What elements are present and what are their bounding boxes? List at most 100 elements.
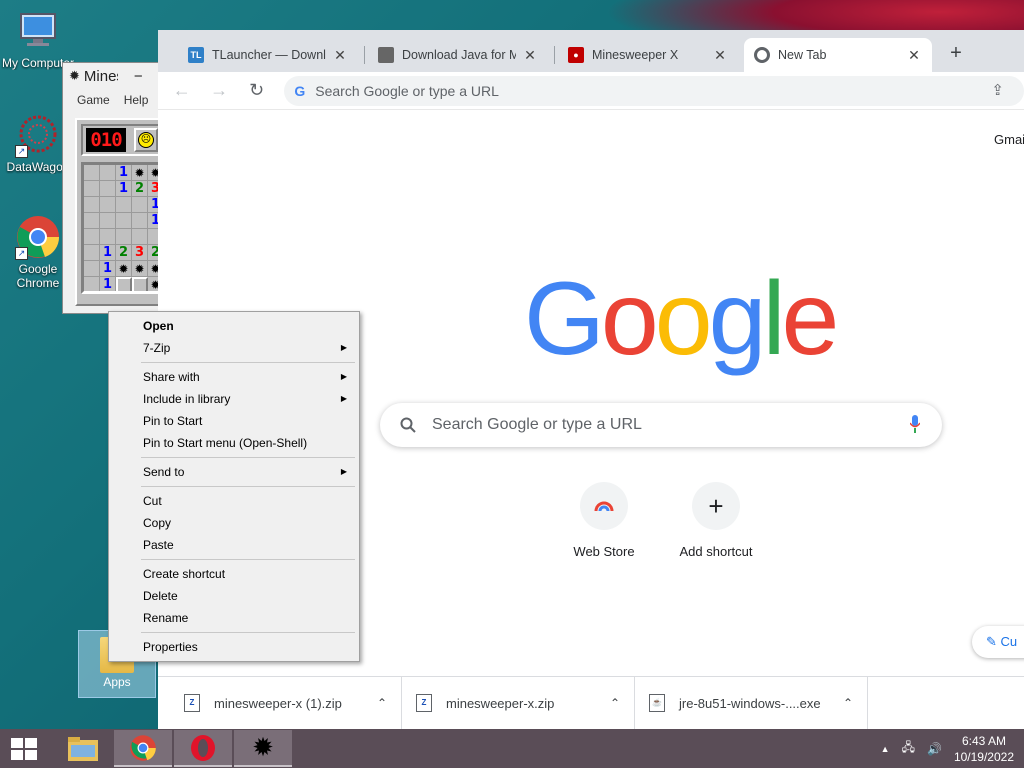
chevron-up-icon[interactable]: ⌃ <box>610 696 620 710</box>
unopened-cell[interactable] <box>132 277 148 291</box>
tlauncher-icon: TL <box>188 47 204 63</box>
menu-item-label: Copy <box>143 516 172 530</box>
menu-help[interactable]: Help <box>124 93 149 107</box>
tab-minesweeper-x[interactable]: ● Minesweeper X ✕ <box>558 38 738 72</box>
minefield-grid[interactable]: 1 ✹ ✹ 1 2 3 1 1 1 2 3 2 1 ✹ ✹ ✹ 1 ✹ <box>81 162 161 294</box>
empty-cell[interactable] <box>100 197 116 213</box>
number-cell[interactable]: 2 <box>116 245 132 261</box>
back-icon[interactable]: ← <box>172 80 191 101</box>
empty-cell[interactable] <box>100 165 116 181</box>
download-item[interactable]: ☕ jre-8u51-windows-....exe ⌃ <box>635 676 868 730</box>
menu-item-paste[interactable]: Paste <box>111 534 357 556</box>
empty-cell[interactable] <box>84 197 100 213</box>
download-item[interactable]: Z minesweeper-x (1).zip ⌃ <box>170 676 402 730</box>
taskbar-opera[interactable] <box>174 730 232 767</box>
close-icon[interactable]: ✕ <box>522 47 538 64</box>
volume-icon[interactable]: 🔊 <box>927 742 942 756</box>
reset-face-button[interactable]: ☹ <box>134 128 158 152</box>
empty-cell[interactable] <box>84 277 100 291</box>
number-cell[interactable]: 2 <box>132 181 148 197</box>
empty-cell[interactable] <box>132 197 148 213</box>
empty-cell[interactable] <box>84 245 100 261</box>
minesweeper-window[interactable]: ✹ Minesweeper X − Game Help 010 ☹ 1✹✹123… <box>62 62 162 314</box>
clock[interactable]: 6:43 AM 10/19/2022 <box>954 733 1014 765</box>
customize-chrome-button[interactable]: ✎ Cu <box>972 626 1024 658</box>
menu-item-delete[interactable]: Delete <box>111 585 357 607</box>
empty-cell[interactable] <box>84 181 100 197</box>
close-icon[interactable]: ✕ <box>332 47 348 64</box>
number-cell[interactable]: 1 <box>116 181 132 197</box>
close-icon[interactable]: ✕ <box>906 47 922 64</box>
chevron-up-icon[interactable]: ⌃ <box>377 696 387 710</box>
share-icon[interactable]: ⇪ <box>991 81 1004 99</box>
minimize-button[interactable]: − <box>134 68 143 85</box>
mine-icon[interactable]: ✹ <box>132 261 148 277</box>
empty-cell[interactable] <box>116 197 132 213</box>
empty-cell[interactable] <box>84 213 100 229</box>
menu-item-copy[interactable]: Copy <box>111 512 357 534</box>
chevron-up-icon[interactable]: ⌃ <box>843 696 853 710</box>
empty-cell[interactable] <box>100 229 116 245</box>
microphone-icon[interactable] <box>910 415 920 433</box>
submenu-arrow-icon: ▶ <box>340 394 347 403</box>
menu-item-share-with[interactable]: Share with ▶ <box>111 366 357 388</box>
minesweeper-titlebar[interactable]: ✹ Minesweeper X − <box>63 63 161 89</box>
empty-cell[interactable] <box>84 229 100 245</box>
tab-tlauncher[interactable]: TL TLauncher — Download ✕ <box>178 38 358 72</box>
number-cell[interactable]: 1 <box>100 245 116 261</box>
start-button[interactable] <box>0 729 48 768</box>
menu-item-include-in-library[interactable]: Include in library ▶ <box>111 388 357 410</box>
number-cell[interactable]: 3 <box>132 245 148 261</box>
menu-item-label: Pin to Start <box>143 414 203 428</box>
gmail-link[interactable]: Gmai <box>994 132 1024 147</box>
network-icon[interactable]: 🖧 <box>902 738 915 759</box>
mine-icon[interactable]: ✹ <box>132 165 148 181</box>
menu-item-cut[interactable]: Cut <box>111 490 357 512</box>
close-icon[interactable]: ✕ <box>712 47 728 64</box>
desktop-icon-my-computer[interactable]: My Computer <box>0 8 76 70</box>
forward-icon[interactable]: → <box>209 80 228 101</box>
download-filename: minesweeper-x.zip <box>446 695 555 711</box>
menu-item-7-zip[interactable]: 7-Zip ▶ <box>111 337 357 359</box>
empty-cell[interactable] <box>84 165 100 181</box>
download-item[interactable]: Z minesweeper-x.zip ⌃ <box>402 676 635 730</box>
tab-new-tab[interactable]: New Tab ✕ <box>744 38 932 72</box>
zip-file-icon: Z <box>184 694 200 712</box>
reload-icon[interactable]: ↻ <box>247 80 266 101</box>
plus-icon: + <box>692 482 740 530</box>
empty-cell[interactable] <box>132 229 148 245</box>
search-box[interactable]: Search Google or type a URL <box>380 403 942 447</box>
face-icon: ☹ <box>138 132 154 148</box>
number-cell[interactable]: 1 <box>116 165 132 181</box>
logo-letter: o <box>654 261 713 377</box>
empty-cell[interactable] <box>116 229 132 245</box>
tray-expand-icon[interactable]: ▲ <box>881 744 890 754</box>
empty-cell[interactable] <box>100 213 116 229</box>
zip-file-icon: Z <box>416 694 432 712</box>
menu-separator <box>141 486 355 487</box>
taskbar-file-explorer[interactable] <box>54 730 112 767</box>
menu-item-pin-to-start-menu-open-shell[interactable]: Pin to Start menu (Open-Shell) <box>111 432 357 454</box>
empty-cell[interactable] <box>100 181 116 197</box>
menu-item-pin-to-start[interactable]: Pin to Start <box>111 410 357 432</box>
empty-cell[interactable] <box>132 213 148 229</box>
shortcut-web-store[interactable]: Web Store <box>548 482 660 559</box>
menu-item-send-to[interactable]: Send to ▶ <box>111 461 357 483</box>
mine-icon[interactable]: ✹ <box>116 261 132 277</box>
menu-item-properties[interactable]: Properties <box>111 636 357 658</box>
taskbar-chrome[interactable] <box>114 730 172 767</box>
menu-item-rename[interactable]: Rename <box>111 607 357 629</box>
menu-game[interactable]: Game <box>77 93 110 107</box>
menu-item-open[interactable]: Open <box>111 315 357 337</box>
tab-java-download[interactable]: Download Java for Minecraft ✕ <box>368 38 548 72</box>
omnibox[interactable]: G Search Google or type a URL <box>284 75 1024 106</box>
menu-item-create-shortcut[interactable]: Create shortcut <box>111 563 357 585</box>
unopened-cell[interactable] <box>116 277 132 291</box>
shortcut-add[interactable]: + Add shortcut <box>660 482 772 559</box>
number-cell[interactable]: 1 <box>100 261 116 277</box>
taskbar-minesweeper[interactable]: ✹ <box>234 730 292 767</box>
new-tab-button[interactable]: + <box>944 42 968 66</box>
number-cell[interactable]: 1 <box>100 277 116 291</box>
empty-cell[interactable] <box>116 213 132 229</box>
empty-cell[interactable] <box>84 261 100 277</box>
